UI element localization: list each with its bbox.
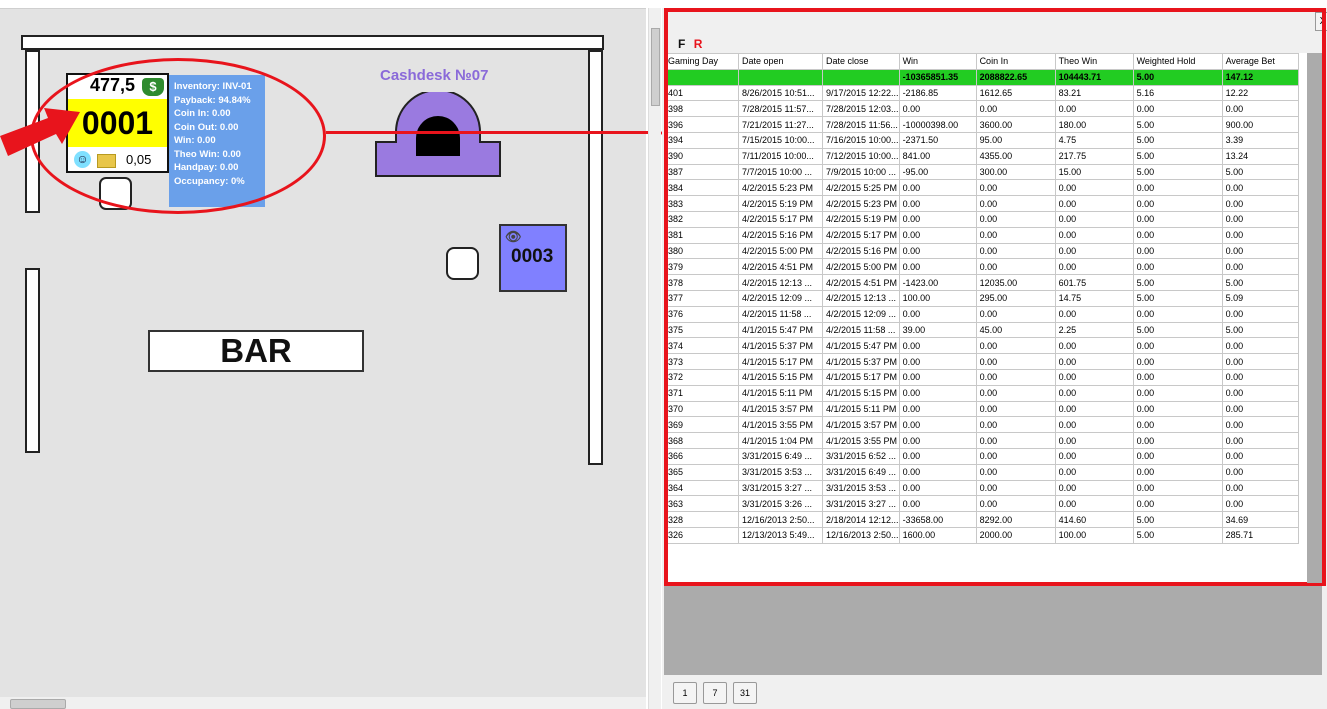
slot-machine-0003[interactable]: 👁 0003 bbox=[499, 224, 567, 292]
period-button-31[interactable]: 31 bbox=[733, 682, 757, 704]
period-button-7[interactable]: 7 bbox=[703, 682, 727, 704]
wall-left-lower bbox=[25, 268, 40, 453]
grid-empty-area bbox=[664, 583, 1322, 675]
bar-label: BAR bbox=[148, 330, 364, 372]
highlight-box bbox=[664, 8, 1326, 586]
cashdesk[interactable] bbox=[374, 92, 502, 178]
hscroll-thumb[interactable] bbox=[10, 699, 66, 709]
vscroll-thumb[interactable] bbox=[651, 28, 660, 106]
vertical-scrollbar[interactable] bbox=[648, 8, 661, 709]
horizontal-scrollbar[interactable] bbox=[0, 697, 646, 709]
wall-top bbox=[21, 35, 604, 50]
grid-scrollbar-gutter bbox=[1307, 53, 1322, 583]
connector-line bbox=[326, 131, 656, 134]
wall-right bbox=[588, 50, 603, 465]
cashdesk-title: Cashdesk №07 bbox=[380, 67, 489, 84]
red-arrow-icon bbox=[0, 108, 80, 156]
eye-warning-icon: 👁 bbox=[505, 229, 522, 244]
machine-3-number: 0003 bbox=[511, 246, 554, 267]
period-button-1[interactable]: 1 bbox=[673, 682, 697, 704]
chair-0003[interactable] bbox=[446, 247, 479, 280]
